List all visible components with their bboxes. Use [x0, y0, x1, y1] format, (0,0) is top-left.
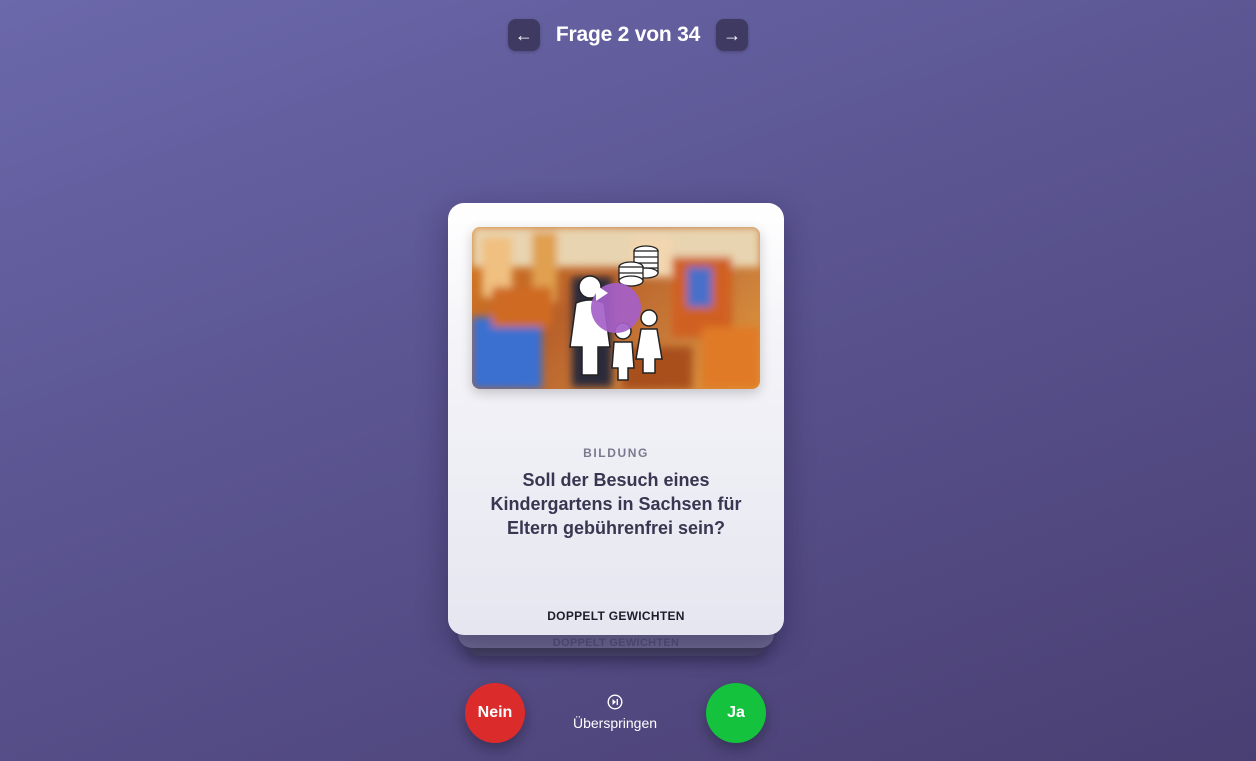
question-card[interactable]: BILDUNG Soll der Besuch eines Kindergart…	[448, 203, 784, 635]
skip-label: Überspringen	[572, 715, 658, 731]
question-navigation: ← Frage 2 von 34 →	[0, 19, 1256, 51]
play-video-button[interactable]	[591, 283, 641, 333]
answer-yes-button[interactable]: Ja	[706, 683, 766, 743]
arrow-left-icon: ←	[514, 24, 533, 45]
answer-no-button[interactable]: Nein	[465, 683, 525, 743]
skip-button[interactable]: Überspringen	[565, 694, 665, 733]
arrow-right-icon: →	[723, 24, 742, 45]
next-card-weight-label: DOPPELT GEWICHTEN	[552, 637, 680, 649]
skip-icon	[607, 694, 623, 710]
video-thumbnail[interactable]	[472, 227, 760, 389]
play-icon	[596, 285, 608, 301]
next-question-button[interactable]: →	[716, 19, 749, 51]
question-text: Soll der Besuch eines Kindergartens in S…	[490, 470, 742, 538]
previous-question-button[interactable]: ←	[507, 19, 540, 51]
question-counter: Frage 2 von 34	[555, 23, 701, 46]
question-category: BILDUNG	[583, 446, 649, 460]
answer-no-label: Nein	[477, 704, 513, 721]
double-weight-toggle[interactable]: DOPPELT GEWICHTEN	[448, 609, 784, 623]
answer-yes-label: Ja	[727, 704, 745, 721]
